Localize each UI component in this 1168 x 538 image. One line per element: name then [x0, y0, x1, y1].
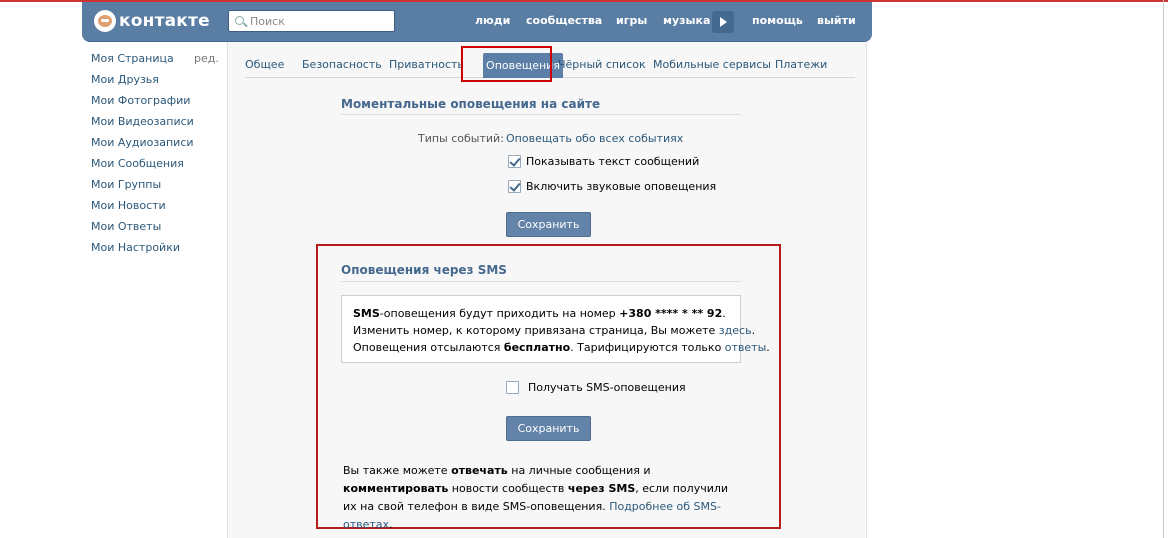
sidebar-item-settings[interactable]: Мои Настройки	[91, 241, 180, 254]
search-box[interactable]	[228, 10, 395, 32]
sidebar-item-friends[interactable]: Мои Друзья	[91, 73, 159, 86]
music-play-icon[interactable]	[712, 11, 734, 33]
bottom-text-3: новости сообществ	[448, 482, 568, 495]
tab-mobile[interactable]: Мобильные сервисы	[653, 58, 771, 71]
sound-checkbox[interactable]	[508, 180, 521, 193]
sidebar-item-news[interactable]: Мои Новости	[91, 199, 166, 212]
nav-games[interactable]: игры	[616, 14, 647, 27]
sidebar-edit-link[interactable]: ред.	[194, 52, 219, 65]
nav-logout[interactable]: выйти	[817, 14, 856, 27]
free-text: Оповещения отсылаются	[353, 341, 504, 354]
instant-section-divider	[341, 114, 741, 115]
search-input[interactable]	[250, 13, 390, 29]
sidebar-item-groups[interactable]: Мои Группы	[91, 178, 161, 191]
logo[interactable]: контакте	[94, 10, 210, 32]
sidebar-item-answers[interactable]: Мои Ответы	[91, 220, 161, 233]
bottom-bold-comment: комментировать	[343, 482, 449, 495]
settings-panel: Общее Безопасность Приватность Оповещени…	[227, 42, 867, 538]
logo-text: контакте	[119, 11, 210, 31]
sidebar-item-audios[interactable]: Мои Аудиозаписи	[91, 136, 194, 149]
bottom-text-1: Вы также можете	[343, 464, 452, 477]
search-icon	[235, 16, 244, 25]
tab-blacklist[interactable]: Чёрный список	[558, 58, 646, 71]
tariff-text: . Тарифицируются только	[570, 341, 725, 354]
sms-bold: SMS	[353, 307, 380, 320]
sms-save-button[interactable]: Сохранить	[506, 416, 591, 441]
sound-label: Включить звуковые оповещения	[526, 180, 717, 193]
sms-info-box: SMS-оповещения будут приходить на номер …	[341, 295, 770, 363]
sms-info-text: -оповещения будут приходить на номер	[379, 307, 620, 320]
event-types-label: Типы событий:	[418, 132, 504, 145]
tab-general[interactable]: Общее	[245, 58, 284, 71]
free-bold: бесплатно	[503, 341, 571, 354]
active-tab-highlight	[461, 46, 552, 82]
show-text-label: Показывать текст сообщений	[526, 155, 700, 168]
nav-communities[interactable]: сообщества	[526, 14, 602, 27]
tab-payments[interactable]: Платежи	[775, 58, 827, 71]
sidebar-item-my-page[interactable]: Моя Страница	[91, 52, 174, 65]
change-number-link[interactable]: здесь	[719, 324, 752, 337]
sms-section-divider	[341, 281, 741, 282]
event-types-dropdown[interactable]: Оповещать обо всех событиях	[506, 132, 683, 145]
sms-answers-info: Вы также можете отвечать на личные сообщ…	[343, 462, 743, 534]
change-number-text: Изменить номер, к которому привязана стр…	[353, 324, 719, 337]
top-header: контакте люди сообщества игры музыка пом…	[82, 2, 872, 42]
instant-section-title: Моментальные оповещения на сайте	[341, 97, 601, 111]
receive-sms-checkbox[interactable]	[506, 381, 519, 394]
bottom-bold-reply: отвечать	[451, 464, 508, 477]
instant-save-button[interactable]: Сохранить	[506, 212, 591, 237]
answers-link[interactable]: ответы	[725, 341, 766, 354]
sidebar-item-photos[interactable]: Мои Фотографии	[91, 94, 190, 107]
nav-people[interactable]: люди	[475, 14, 510, 27]
tariff-end: .	[766, 341, 770, 354]
receive-sms-label: Получать SMS-оповещения	[528, 381, 686, 394]
vk-logo-icon	[94, 10, 116, 32]
change-number-end: .	[751, 324, 756, 337]
sms-section-title: Оповещения через SMS	[341, 263, 507, 277]
tab-privacy[interactable]: Приватность	[389, 58, 464, 71]
right-scroll-edge	[1163, 0, 1164, 538]
sidebar-item-videos[interactable]: Мои Видеозаписи	[91, 115, 194, 128]
sms-phone-number: +380 **** * ** 92	[619, 307, 723, 320]
bottom-bold-sms: через SMS	[567, 482, 636, 495]
bottom-text-2: на личные сообщения и	[507, 464, 651, 477]
show-text-checkbox[interactable]	[508, 155, 521, 168]
sms-info-end: .	[722, 307, 726, 320]
nav-music[interactable]: музыка	[663, 14, 710, 27]
sidebar-item-messages[interactable]: Мои Сообщения	[91, 157, 184, 170]
tab-security[interactable]: Безопасность	[302, 58, 382, 71]
nav-help[interactable]: помощь	[752, 14, 803, 27]
bottom-end: .	[389, 518, 393, 531]
